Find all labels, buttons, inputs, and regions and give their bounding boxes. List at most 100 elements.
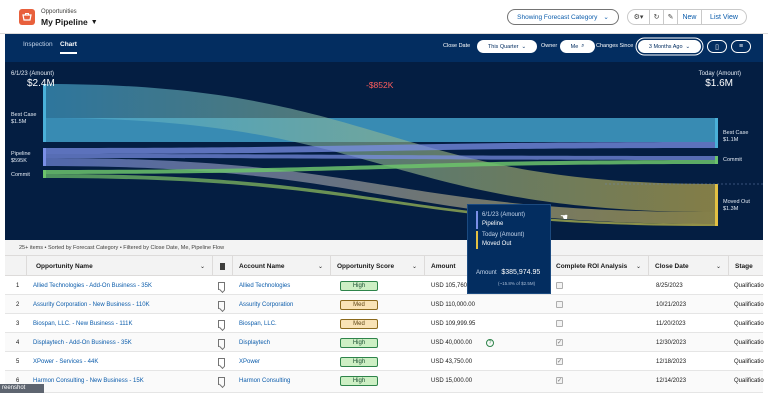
chevron-down-icon[interactable]: ⌄ <box>318 263 323 270</box>
roi-cell[interactable]: ✓ <box>556 371 563 390</box>
roi-checkbox-checked[interactable]: ✓ <box>556 377 563 384</box>
close-date-cell: 12/18/2023 <box>656 358 687 365</box>
table-row[interactable]: 4 Displaytech - Add-On Business - 35K Di… <box>5 333 764 352</box>
close-date-cell: 12/30/2023 <box>656 339 687 346</box>
account-name-link[interactable]: Allied Technologies <box>239 276 329 295</box>
node-label-left-pipeline[interactable]: Pipeline $595K <box>11 151 31 164</box>
column-header-stage[interactable]: Stage <box>729 256 763 276</box>
info-icon[interactable]: ? <box>486 338 495 347</box>
page-header: Opportunities My Pipeline ▼ Showing Fore… <box>0 0 768 34</box>
roi-cell[interactable]: ✓ <box>556 333 563 352</box>
row-bookmark[interactable] <box>218 333 225 352</box>
row-bookmark[interactable] <box>218 276 225 295</box>
node-left-commit <box>43 170 46 178</box>
table-row[interactable]: 1 Allied Technologies - Add-On Business … <box>5 276 764 295</box>
forecast-category-button[interactable]: Showing Forecast Category ⌄ <box>507 9 619 25</box>
column-header-roi[interactable]: Complete ROI Analysis ⌄ <box>550 256 649 276</box>
chevron-down-icon: ⌄ <box>521 43 527 50</box>
tab-inspection[interactable]: Inspection <box>23 41 53 52</box>
column-header-opportunity-name[interactable]: Opportunity Name ⌄ <box>27 256 213 276</box>
row-bookmark[interactable] <box>218 295 225 314</box>
close-date-filter[interactable]: This Quarter ⌄ <box>477 40 537 53</box>
chevron-down-icon[interactable]: ⌄ <box>636 263 641 270</box>
left-total-amount: $2.4M <box>27 78 55 89</box>
list-view-button[interactable]: List View <box>702 10 746 24</box>
table-row[interactable]: 6 Harmon Consulting - New Business - 15K… <box>5 371 764 393</box>
roi-cell[interactable] <box>556 314 563 333</box>
table-row[interactable]: 5 XPower - Services - 44K XPower High US… <box>5 352 764 371</box>
opportunity-name-link[interactable]: Allied Technologies - Add-On Business - … <box>33 276 211 295</box>
chevron-down-icon[interactable]: ⌄ <box>412 263 417 270</box>
table-row[interactable]: 2 Assurity Corporation - New Business - … <box>5 295 764 314</box>
row-bookmark[interactable] <box>218 352 225 371</box>
stage-cell: Qualification <box>734 358 764 365</box>
search-icon: ⌕ <box>581 43 585 49</box>
list-view-selector[interactable]: My Pipeline ▼ <box>41 17 98 27</box>
opportunity-name-link[interactable]: Displaytech - Add-On Business - 35K <box>33 333 211 352</box>
chevron-down-icon: ⌄ <box>685 43 691 50</box>
roi-checkbox-checked[interactable]: ✓ <box>556 358 563 365</box>
row-number-header <box>5 256 27 276</box>
edit-pencil-icon[interactable]: ✎ <box>664 10 678 24</box>
delta-amount: -$852K <box>366 80 394 90</box>
owner-filter[interactable]: Me ⌕ <box>560 40 595 53</box>
column-header-account-name[interactable]: Account Name ⌄ <box>233 256 331 276</box>
bookmark-icon[interactable]: ▯ <box>707 40 727 53</box>
chevron-down-icon[interactable]: ⌄ <box>200 263 205 270</box>
account-name-link[interactable]: Harmon Consulting <box>239 371 329 390</box>
roi-cell[interactable]: ✓ <box>556 352 563 371</box>
node-name: Moved Out <box>723 199 750 205</box>
roi-checkbox[interactable] <box>556 320 563 327</box>
caret-down-icon: ▼ <box>90 18 98 26</box>
chevron-down-icon[interactable]: ⌄ <box>716 263 721 270</box>
chevron-down-icon: ⌄ <box>603 14 609 21</box>
column-label: Opportunity Name <box>36 262 93 270</box>
column-header-opportunity-score[interactable]: Opportunity Score ⌄ <box>331 256 425 276</box>
tab-chart[interactable]: Chart <box>60 41 77 54</box>
menu-icon[interactable]: ≡ <box>731 40 751 53</box>
tooltip-amount-value: $385,974.95 <box>501 269 541 276</box>
view-title: My Pipeline <box>41 17 88 27</box>
account-name-link[interactable]: Displaytech <box>239 333 329 352</box>
roi-checkbox-checked[interactable]: ✓ <box>556 339 563 346</box>
opportunity-name-link[interactable]: Harmon Consulting - New Business - 15K <box>33 371 211 390</box>
table-row[interactable]: 3 Biospan, LLC. - New Business - 111K Bi… <box>5 314 764 333</box>
opportunity-name-link[interactable]: Assurity Corporation - New Business - 11… <box>33 295 211 314</box>
changes-since-filter[interactable]: 3 Months Ago ⌄ <box>638 40 701 53</box>
roi-checkbox[interactable] <box>556 282 563 289</box>
score-badge: Med <box>340 318 378 329</box>
roi-cell[interactable] <box>556 276 563 295</box>
column-label: Amount <box>431 262 456 270</box>
node-label-right-movedout[interactable]: Moved Out $1.3M <box>723 199 750 212</box>
new-button[interactable]: New <box>678 10 702 24</box>
owner-label: Owner <box>541 43 558 49</box>
tooltip-from-value: Pipeline <box>482 221 504 227</box>
object-label: Opportunities <box>41 9 77 15</box>
node-label-left-commit[interactable]: Commit <box>11 172 30 179</box>
row-bookmark[interactable] <box>218 371 225 390</box>
opportunity-icon <box>19 9 35 25</box>
row-number: 3 <box>16 320 20 327</box>
account-name-link[interactable]: Assurity Corporation <box>239 295 329 314</box>
refresh-icon[interactable]: ↻ <box>650 10 664 24</box>
column-header-close-date[interactable]: Close Date ⌄ <box>649 256 729 276</box>
left-date-label: 6/1/23 (Amount) <box>11 71 55 77</box>
account-name-link[interactable]: XPower <box>239 352 329 371</box>
column-header-bookmark[interactable] <box>213 256 233 276</box>
score-badge: High <box>340 337 378 348</box>
opportunity-name-link[interactable]: Biospan, LLC. - New Business - 111K <box>33 314 211 333</box>
node-label-left-bestcase[interactable]: Best Case $1.5M <box>11 112 36 125</box>
opportunity-name-link[interactable]: XPower - Services - 44K <box>33 352 211 371</box>
pipeline-toolbar: Inspection Chart Close Date This Quarter… <box>5 34 763 62</box>
roi-checkbox[interactable] <box>556 301 563 308</box>
roi-cell[interactable] <box>556 295 563 314</box>
column-label: Opportunity Score <box>337 262 395 270</box>
settings-gear-icon[interactable]: ⚙▾ <box>628 10 650 24</box>
score-cell: Med <box>340 295 378 314</box>
score-badge: High <box>340 375 378 386</box>
node-label-right-bestcase[interactable]: Best Case $1.1M <box>723 130 748 143</box>
node-label-right-commit[interactable]: Commit <box>723 157 742 164</box>
account-name-link[interactable]: Biospan, LLC. <box>239 314 329 333</box>
row-bookmark[interactable] <box>218 314 225 333</box>
tooltip-from-label: 6/1/23 (Amount) <box>482 212 526 218</box>
